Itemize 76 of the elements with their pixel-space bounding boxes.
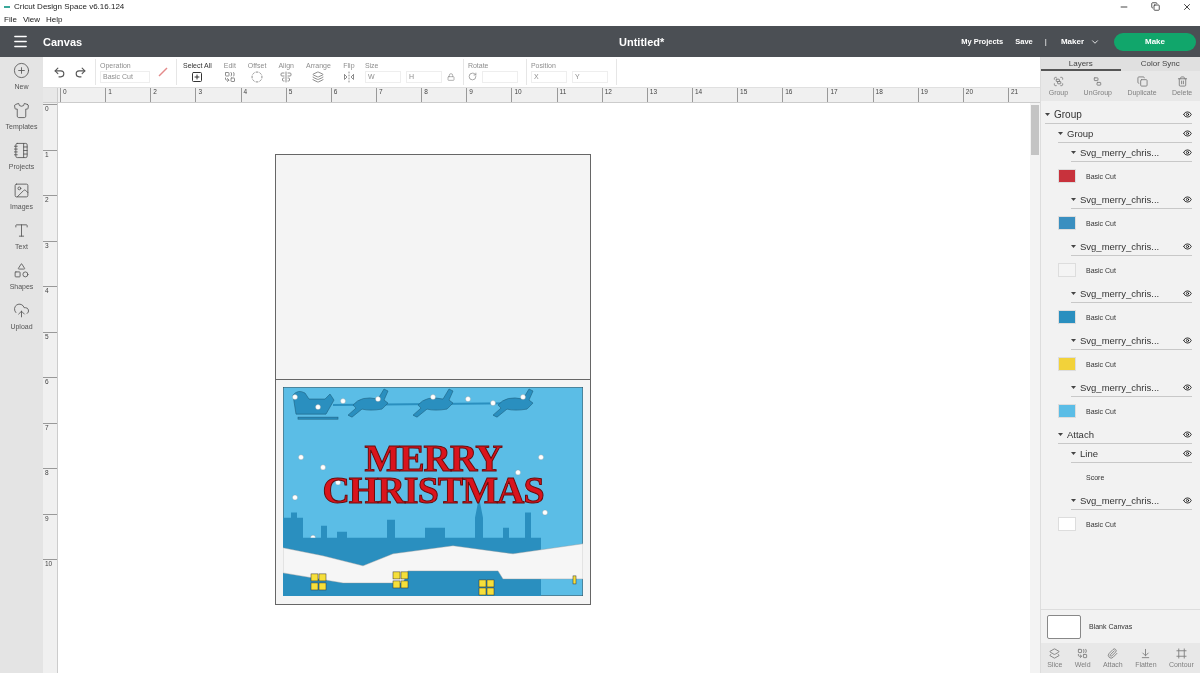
caret-icon[interactable] (1045, 111, 1050, 117)
eye-icon[interactable] (1183, 382, 1192, 392)
plus-circle-icon (13, 62, 30, 79)
eye-icon[interactable] (1183, 194, 1192, 204)
layer-name[interactable]: Svg_merry_chris... (1080, 146, 1179, 158)
eye-icon[interactable] (1183, 448, 1192, 458)
layer-name[interactable]: Line (1080, 447, 1179, 459)
layer-name[interactable]: Svg_merry_chris... (1080, 494, 1179, 506)
shapes-icon (13, 262, 30, 279)
shirt-icon (13, 102, 30, 119)
layer-name[interactable]: Svg_merry_chris... (1080, 287, 1179, 299)
eye-icon[interactable] (1183, 495, 1192, 505)
panel-tab[interactable]: Color Sync (1120, 57, 1200, 71)
caret-icon[interactable] (1071, 337, 1076, 343)
scrollbar-thumb[interactable] (1031, 105, 1039, 155)
caret-icon[interactable] (1071, 243, 1076, 249)
eye-icon[interactable] (1183, 128, 1192, 138)
arrow-down-icon (1140, 648, 1152, 659)
frame-icon (1175, 648, 1187, 659)
ungroup-icon (1092, 76, 1104, 87)
paperclip-icon (1107, 648, 1119, 659)
eye-icon[interactable] (1183, 288, 1192, 298)
card-greeting-text: CHRISTMAS (322, 474, 544, 506)
document-title: Untitled* (618, 35, 665, 48)
eye-icon[interactable] (1183, 147, 1192, 157)
eye-icon[interactable] (1183, 109, 1192, 119)
dashed-circle-icon (251, 70, 264, 83)
caret-icon[interactable] (1071, 290, 1076, 296)
window-title: Cricut Design Space v6.16.124 (14, 2, 125, 11)
select-all-icon (191, 70, 204, 83)
copy-icon (1136, 76, 1148, 87)
combine-icon (223, 70, 236, 83)
menu-item[interactable]: File (4, 15, 17, 24)
caret-icon[interactable] (1058, 130, 1063, 136)
menu-item[interactable]: Help (46, 15, 63, 24)
caret-icon[interactable] (1058, 431, 1063, 437)
undo-button[interactable] (53, 65, 66, 79)
flip-icon (342, 70, 355, 83)
trash-icon (1176, 76, 1188, 87)
weld-icon (1077, 648, 1089, 659)
layer-group-name[interactable]: Attach (1067, 428, 1179, 440)
menu-item[interactable]: View (22, 15, 41, 24)
layer-name[interactable]: Svg_merry_chris... (1080, 381, 1179, 393)
caret-icon[interactable] (1071, 149, 1076, 155)
layer-name[interactable]: Svg_merry_chris... (1080, 193, 1179, 205)
layer-group-name[interactable]: Group (1067, 127, 1179, 139)
eye-icon[interactable] (1183, 335, 1192, 345)
restore-icon[interactable] (1151, 2, 1160, 11)
app-icon (4, 5, 10, 8)
layer-group-name[interactable]: Group (1054, 108, 1179, 120)
caret-icon[interactable] (1071, 196, 1076, 202)
cloud-upload-icon (13, 302, 30, 319)
close-icon[interactable] (1182, 2, 1192, 12)
menu-icon[interactable] (12, 33, 29, 50)
redo-button[interactable] (74, 65, 87, 79)
blank-canvas-thumbnail[interactable] (1047, 614, 1081, 639)
overlap-icon (1049, 648, 1061, 659)
text-icon (13, 222, 30, 239)
eye-icon[interactable] (1183, 429, 1192, 439)
caret-icon[interactable] (1071, 384, 1076, 390)
eye-icon[interactable] (1183, 241, 1192, 251)
caret-icon[interactable] (1071, 497, 1076, 503)
layers-icon (312, 70, 325, 83)
card-greeting-text: MERRY (364, 442, 502, 474)
rotate-icon (467, 72, 477, 81)
image-icon (13, 182, 30, 199)
layer-name[interactable]: Svg_merry_chris... (1080, 334, 1179, 346)
machine-select[interactable]: Maker (1060, 36, 1100, 47)
align-icon (280, 70, 293, 83)
caret-icon[interactable] (1071, 450, 1076, 456)
group-icon (1052, 76, 1064, 87)
page-title: Canvas (43, 35, 83, 48)
notebook-icon (13, 142, 30, 159)
pen-line-icon (158, 67, 168, 77)
layer-name[interactable]: Svg_merry_chris... (1080, 240, 1179, 252)
separator: | (1044, 37, 1047, 46)
